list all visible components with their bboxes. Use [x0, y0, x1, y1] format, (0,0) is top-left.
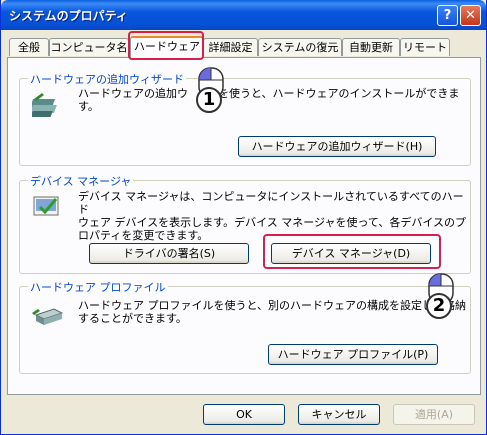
window-title: システムのプロパティ [9, 9, 128, 23]
tab-general[interactable]: 全般 [9, 38, 49, 56]
hardware-profiles-button[interactable]: ハードウェア プロファイル(P) [268, 344, 438, 365]
hardware-profile-icon [32, 308, 64, 325]
hardware-panel: ハードウェアの追加ウィザード ハードウェアの追加ウ を使うと、ハードウェアのインス… [7, 57, 481, 395]
hardware-tab-highlight [128, 31, 204, 60]
group-label-device-manager: デバイス マネージャ [28, 173, 134, 189]
tab-system-restore[interactable]: システムの復元 [258, 38, 342, 56]
wizard-desc-line2: す。 [78, 100, 99, 113]
cancel-button[interactable]: キャンセル [298, 404, 380, 425]
device-manager-icon [33, 196, 59, 216]
step-number-2: 2 [432, 295, 446, 316]
apply-button[interactable]: 適用(A) [393, 404, 475, 425]
wizard-description: ハードウェアの追加ウ を使うと、ハードウェアのインストールができま す。 [78, 87, 459, 113]
title-bar[interactable]: システムのプロパティ ? ✕ [1, 0, 486, 30]
device-desc-line2: ウェア デバイスを表示します。デバイス マネージャを使って、各デバイスのプ [78, 216, 467, 229]
step-number-1: 1 [202, 89, 216, 110]
group-hardware-profiles: ハードウェア プロファイル ハードウェア プロファイルを使うと、別のハードウェア… [19, 279, 471, 374]
group-label-hardware-profiles: ハードウェア プロファイル [28, 279, 168, 295]
ok-button[interactable]: OK [203, 404, 285, 425]
group-add-hardware-wizard: ハードウェアの追加ウィザード ハードウェアの追加ウ を使うと、ハードウェアのインス… [19, 71, 471, 166]
tab-computer-name[interactable]: コンピュータ名 [49, 38, 129, 56]
close-button[interactable]: ✕ [460, 5, 481, 26]
device-desc-line1: デバイス マネージャは、コンピュータにインストールされているすべてのハード [78, 190, 464, 216]
help-button[interactable]: ? [437, 5, 458, 26]
driver-signing-button[interactable]: ドライバの署名(S) [89, 243, 249, 264]
device-manager-button-highlight [263, 234, 441, 269]
tab-remote[interactable]: リモート [400, 38, 450, 56]
system-properties-window: システムのプロパティ ? ✕ 全般 コンピュータ名 ハードウェア 詳細設定 シス… [0, 0, 487, 435]
tab-advanced[interactable]: 詳細設定 [203, 38, 258, 56]
mouse-marker-2: 2 [425, 272, 461, 324]
tab-automatic-updates[interactable]: 自動更新 [342, 38, 400, 56]
add-hardware-wizard-button[interactable]: ハードウェアの追加ウィザード(H) [238, 136, 436, 157]
hardware-profile-description: ハードウェア プロファイルを使うと、別のハードウェアの構成を設定し、格納 するこ… [78, 299, 466, 325]
group-label-wizard: ハードウェアの追加ウィザード [28, 71, 186, 87]
tab-strip: 全般 コンピュータ名 ハードウェア 詳細設定 システムの復元 自動更新 リモート [7, 36, 481, 58]
wizard-desc-line1: ハードウェアの追加ウ [78, 87, 188, 100]
mouse-marker-1: 1 [195, 66, 231, 118]
hardware-wizard-icon [32, 93, 57, 117]
profile-desc-line1: ハードウェア プロファイルを使うと、別のハードウェアの構成を設定し、格納 [78, 299, 467, 312]
wizard-desc-line1b: を使うと、ハードウェアのインストールができま [218, 87, 460, 100]
profile-desc-line2: することができます。 [78, 312, 187, 325]
